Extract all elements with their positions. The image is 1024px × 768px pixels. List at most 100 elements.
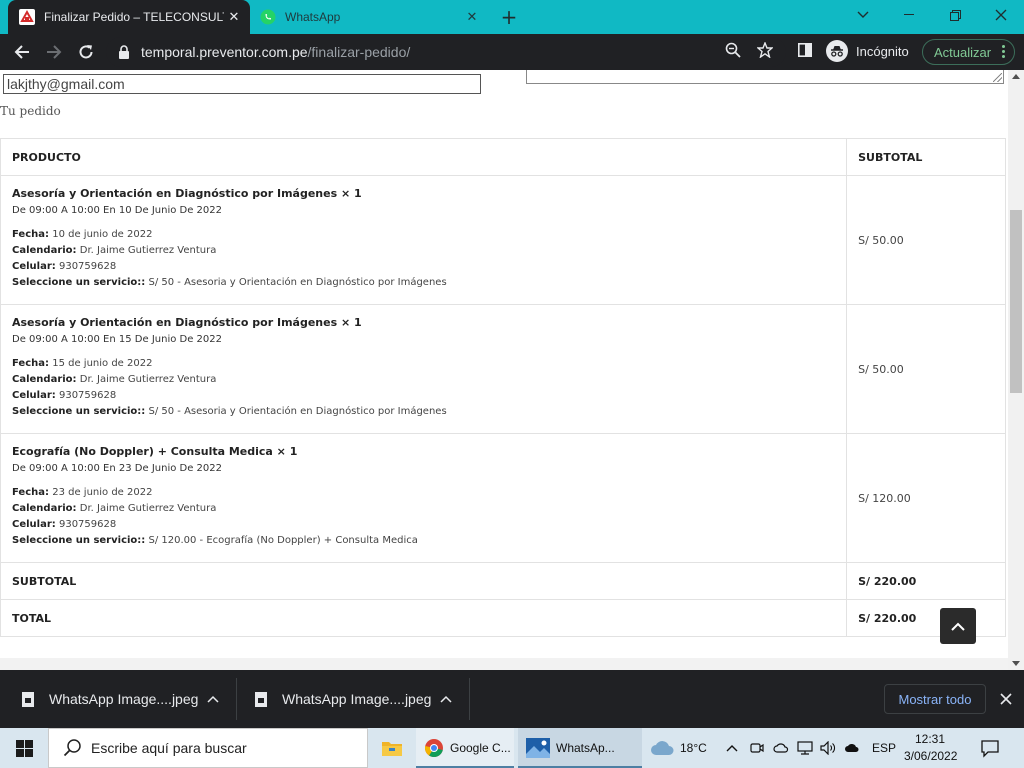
restore-icon[interactable]	[932, 0, 978, 30]
weather-widget[interactable]: 18°C	[650, 728, 707, 768]
bookmark-star-icon[interactable]	[756, 41, 774, 59]
reload-icon[interactable]	[72, 38, 100, 66]
incognito-icon	[826, 40, 848, 62]
tab-finalizar-pedido[interactable]: Finalizar Pedido – TELECONSULTA ✕	[8, 0, 250, 34]
search-placeholder: Escribe aquí para buscar	[91, 740, 247, 756]
clock-time: 12:31	[914, 732, 946, 746]
subtotal-value: S/ 220.00	[846, 562, 1006, 600]
product-cell: Asesoría y Orientación en Diagnóstico po…	[0, 304, 848, 434]
temperature: 18°C	[680, 741, 707, 755]
divider	[236, 678, 237, 720]
meet-now-icon[interactable]	[750, 728, 766, 768]
tab-title: WhatsApp	[285, 10, 341, 24]
whatsapp-icon	[260, 9, 276, 25]
tab-title: Finalizar Pedido – TELECONSULTA	[44, 10, 224, 24]
email-field[interactable]: lakjthy@gmail.com	[3, 74, 481, 94]
meta-label: Seleccione un servicio::	[12, 535, 146, 546]
image-file-icon	[255, 691, 267, 707]
product-schedule: De 09:00 A 10:00 En 10 De Junio De 2022	[12, 205, 222, 216]
total-value: S/ 220.00	[846, 599, 1006, 637]
url-host: temporal.preventor.com.pe	[141, 44, 308, 60]
language-indicator[interactable]: ESP	[872, 728, 896, 768]
order-notes-textarea[interactable]	[526, 70, 1004, 84]
show-all-downloads-button[interactable]: Mostrar todo	[884, 684, 986, 714]
tab-search-chevron-icon[interactable]	[840, 0, 886, 30]
meta-label: Celular:	[12, 261, 56, 272]
line-subtotal: S/ 120.00	[846, 433, 1006, 563]
table-row: Asesoría y Orientación en Diagnóstico po…	[0, 304, 1006, 434]
table-header-row: PRODUCTO SUBTOTAL	[0, 138, 1006, 176]
taskbar-app-chrome[interactable]: Google C...	[416, 728, 514, 768]
windows-start-icon[interactable]	[0, 728, 48, 768]
chevron-up-icon[interactable]	[206, 692, 220, 706]
update-button[interactable]: Actualizar	[922, 39, 1015, 65]
scroll-to-top-button[interactable]	[940, 608, 976, 644]
meta-label: Fecha:	[12, 229, 50, 240]
close-icon[interactable]	[997, 690, 1015, 708]
lock-icon[interactable]	[118, 45, 130, 59]
side-panel-icon[interactable]	[796, 41, 814, 59]
notification-center-icon[interactable]	[980, 738, 1000, 758]
incognito-indicator[interactable]: Incógnito	[826, 40, 909, 62]
resize-grip-icon[interactable]	[993, 73, 1002, 82]
taskbar-app-whatsapp[interactable]: WhatsAp...	[518, 728, 642, 768]
file-explorer-icon[interactable]	[376, 728, 408, 768]
download-filename: WhatsApp Image....jpeg	[49, 691, 199, 707]
tray-chevron-up-icon[interactable]	[726, 728, 740, 768]
meta-calendario: Dr. Jaime Gutierrez Ventura	[79, 374, 217, 385]
product-name: Asesoría y Orientación en Diagnóstico po…	[12, 316, 362, 329]
chevron-up-icon[interactable]	[439, 692, 453, 706]
chrome-icon	[424, 739, 443, 758]
forward-arrow-icon[interactable]	[40, 38, 68, 66]
scroll-down-arrow-icon[interactable]	[1012, 661, 1020, 666]
meta-calendario: Dr. Jaime Gutierrez Ventura	[79, 503, 217, 514]
meta-servicio: S/ 50 - Asesoria y Orientación en Diagnó…	[148, 406, 447, 417]
meta-label: Fecha:	[12, 358, 50, 369]
meta-fecha: 10 de junio de 2022	[52, 229, 153, 240]
order-section-title: Tu pedido	[0, 104, 61, 118]
line-subtotal: S/ 50.00	[846, 304, 1006, 434]
cloud-weather-icon	[651, 741, 674, 755]
scroll-up-arrow-icon[interactable]	[1012, 74, 1020, 79]
header-product: PRODUCTO	[0, 138, 848, 176]
product-name: Asesoría y Orientación en Diagnóstico po…	[12, 187, 362, 200]
product-cell: Asesoría y Orientación en Diagnóstico po…	[0, 175, 848, 305]
page-viewport: lakjthy@gmail.com Tu pedido PRODUCTO SUB…	[0, 70, 1008, 670]
meta-fecha: 15 de junio de 2022	[52, 358, 153, 369]
line-subtotal: S/ 50.00	[846, 175, 1006, 305]
subtotal-label: SUBTOTAL	[0, 562, 848, 600]
tab-whatsapp[interactable]: WhatsApp ✕	[250, 0, 488, 34]
more-menu-icon[interactable]	[1002, 45, 1005, 58]
network-icon[interactable]	[797, 728, 815, 768]
meta-calendario: Dr. Jaime Gutierrez Ventura	[79, 245, 217, 256]
onedrive-icon[interactable]	[844, 728, 862, 768]
download-shelf: WhatsApp Image....jpeg WhatsApp Image...…	[0, 670, 1024, 728]
onedrive-cloud-icon[interactable]	[773, 728, 791, 768]
order-review-table: PRODUCTO SUBTOTAL Asesoría y Orientación…	[0, 138, 1006, 637]
close-tab-icon[interactable]: ✕	[462, 7, 482, 27]
volume-icon[interactable]	[820, 728, 838, 768]
close-window-icon[interactable]	[978, 0, 1024, 30]
download-item[interactable]: WhatsApp Image....jpeg	[255, 678, 431, 720]
search-icon	[63, 739, 81, 757]
address-bar[interactable]: temporal.preventor.com.pe/finalizar-pedi…	[106, 37, 786, 67]
system-clock[interactable]: 12:31 3/06/2022	[904, 731, 957, 765]
product-meta: Fecha: 10 de junio de 2022 Calendario: D…	[12, 227, 846, 291]
new-tab-icon[interactable]: +	[496, 5, 522, 29]
zoom-icon[interactable]	[724, 41, 742, 59]
section-divider	[0, 658, 1008, 670]
taskbar-search-input[interactable]: Escribe aquí para buscar	[48, 728, 368, 768]
meta-celular: 930759628	[58, 390, 117, 401]
download-item[interactable]: WhatsApp Image....jpeg	[22, 678, 198, 720]
close-tab-icon[interactable]: ✕	[224, 7, 244, 27]
minimize-icon[interactable]	[886, 0, 932, 30]
app-label: Google C...	[450, 741, 511, 755]
download-filename: WhatsApp Image....jpeg	[282, 691, 432, 707]
scrollbar-thumb[interactable]	[1010, 210, 1022, 393]
table-row: Asesoría y Orientación en Diagnóstico po…	[0, 175, 1006, 305]
back-arrow-icon[interactable]	[8, 38, 36, 66]
page-scrollbar[interactable]	[1008, 70, 1024, 670]
meta-label: Fecha:	[12, 487, 50, 498]
taskbar: Escribe aquí para buscar Google C... Wha…	[0, 728, 1024, 768]
meta-label: Calendario:	[12, 374, 77, 385]
